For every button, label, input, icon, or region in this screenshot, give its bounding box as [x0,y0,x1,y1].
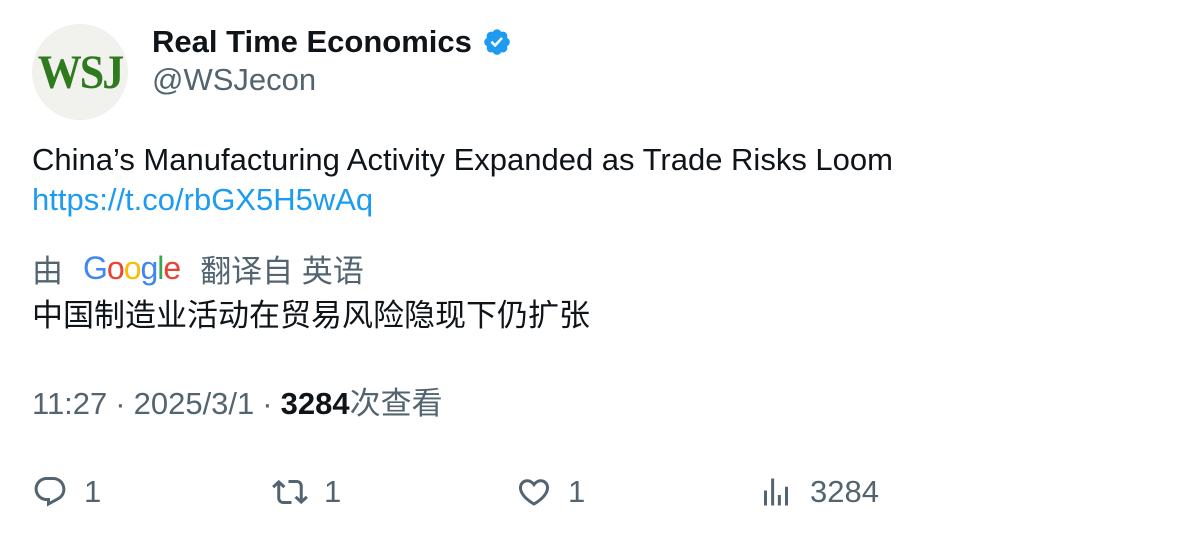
reply-icon [34,477,66,507]
verified-badge-icon[interactable] [482,27,512,57]
heart-icon [518,479,550,506]
retweet-button[interactable]: 1 [272,470,341,514]
tweet-card: WSJ Real Time Economics @WSJecon China’s… [0,0,1196,538]
translation-attribution[interactable]: 由 Google 翻译自 英语 [32,246,364,290]
views-action-count: 3284 [810,474,879,509]
author-display-name[interactable]: Real Time Economics [152,24,472,60]
reply-count: 1 [84,474,102,509]
action-bar: 1 1 1 3284 [32,470,1162,514]
bar-chart-icon [764,478,788,506]
google-logo: Google [83,249,181,286]
tweet-meta: 11:27 · 2025/3/1 · 3284 次查看 [32,384,443,424]
translation-suffix: 翻译自 英语 [200,253,364,289]
author-handle[interactable]: @WSJecon [152,62,316,98]
tweet-body: China’s Manufacturing Activity Expanded … [32,142,893,177]
avatar[interactable]: WSJ [32,24,128,120]
author-name-row: Real Time Economics [152,22,512,62]
views-button[interactable]: 3284 [758,470,879,514]
views-suffix: 次查看 [349,386,443,421]
wsj-logo: WSJ [37,45,124,99]
translation-prefix: 由 [32,253,63,289]
tweet-link[interactable]: https://t.co/rbGX5H5wAq [32,180,1162,220]
tweet-time[interactable]: 11:27 [32,384,107,424]
retweet-icon [272,479,308,505]
meta-separator: · [262,386,273,421]
meta-separator: · [115,386,126,421]
translated-text: 中国制造业活动在贸易风险隐现下仍扩张 [32,298,590,333]
like-button[interactable]: 1 [516,470,585,514]
reply-button[interactable]: 1 [32,470,101,514]
retweet-count: 1 [324,474,342,509]
views-count: 3284 [280,386,350,421]
tweet-date[interactable]: 2025/3/1 [134,384,255,424]
tweet-text: China’s Manufacturing Activity Expanded … [32,140,1162,220]
like-count: 1 [568,474,586,509]
